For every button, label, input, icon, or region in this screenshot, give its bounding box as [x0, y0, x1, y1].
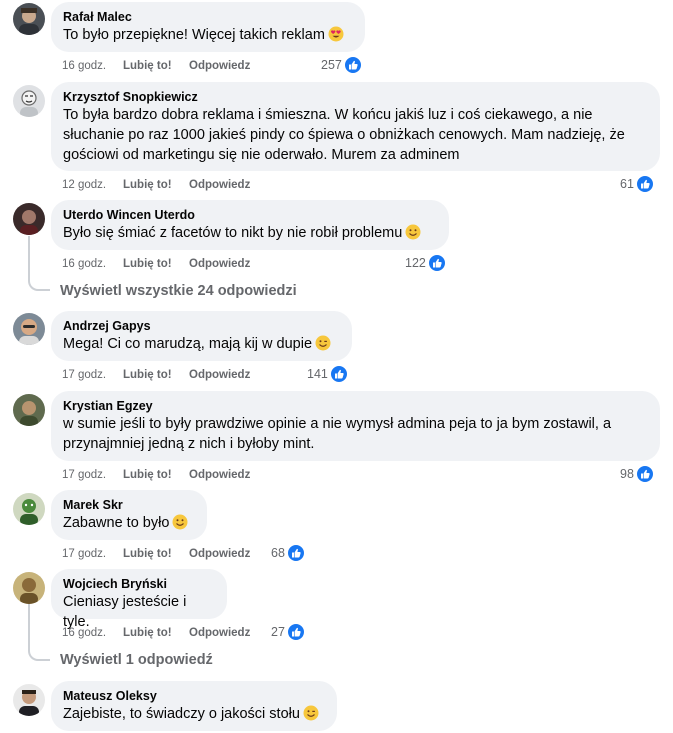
comment-author[interactable]: Uterdo Wincen Uterdo: [63, 207, 437, 223]
thumbs-up-icon: [286, 544, 305, 562]
comment-author[interactable]: Mateusz Oleksy: [63, 688, 325, 704]
reaction-count[interactable]: 122: [405, 254, 446, 272]
thread-line: [28, 236, 30, 280]
comment-time[interactable]: 12 godz.: [62, 178, 106, 192]
reaction-count[interactable]: 141: [307, 365, 348, 383]
comment-bubble: Wojciech Bryński Cieniasy jesteście i ty…: [51, 569, 227, 630]
comment-author[interactable]: Marek Skr: [63, 497, 195, 513]
comment-bubble: Rafał Malec To było przepiękne! Więcej t…: [51, 2, 365, 52]
smile-emoji-icon: [405, 224, 421, 246]
comment-bubble: Krystian Egzey w sumie jeśli to były pra…: [51, 391, 660, 461]
comment-time[interactable]: 17 godz.: [62, 547, 106, 561]
comment-time[interactable]: 16 godz.: [62, 626, 106, 640]
comment-author[interactable]: Andrzej Gapys: [63, 318, 340, 334]
reply-button[interactable]: Odpowiedz: [189, 368, 250, 382]
avatar[interactable]: [13, 572, 45, 604]
like-button[interactable]: Lubię to!: [123, 468, 172, 482]
thread-connector: [28, 279, 50, 291]
avatar[interactable]: [13, 85, 45, 117]
thumbs-up-icon: [329, 365, 348, 383]
like-button[interactable]: Lubię to!: [123, 368, 172, 382]
thumbs-up-icon: [343, 56, 362, 74]
reply-button[interactable]: Odpowiedz: [189, 257, 250, 271]
comment-text: To było przepiękne! Więcej takich reklam: [63, 25, 353, 48]
reply-button[interactable]: Odpowiedz: [189, 468, 250, 482]
comment-text-line: To była bardzo dobra reklama i śmieszna.…: [63, 107, 593, 123]
thread-line: [28, 604, 30, 650]
comment-text-line: gościowi od marketingu się nie oderwało.…: [63, 147, 460, 163]
reply-button[interactable]: Odpowiedz: [189, 547, 250, 561]
comment-text-line: słuchanie po raz 1000 jakieś pindy co śp…: [63, 127, 625, 143]
comment-bubble: Marek Skr Zabawne to było: [51, 490, 207, 540]
avatar[interactable]: [13, 313, 45, 345]
comment-text-line: przynajmniej jedną z nich i byłoby mint.: [63, 436, 315, 452]
heart-eyes-emoji-icon: [328, 26, 344, 48]
view-replies-link[interactable]: Wyświetl 1 odpowiedź: [60, 652, 213, 668]
reaction-count[interactable]: 27: [271, 623, 305, 641]
like-button[interactable]: Lubię to!: [123, 257, 172, 271]
comment-text: Było się śmiać z facetów to nikt by nie …: [63, 223, 437, 246]
smile-emoji-icon: [172, 514, 188, 536]
reaction-count[interactable]: 257: [321, 56, 362, 74]
comment-time[interactable]: 16 godz.: [62, 59, 106, 73]
like-button[interactable]: Lubię to!: [123, 547, 172, 561]
like-button[interactable]: Lubię to!: [123, 626, 172, 640]
avatar[interactable]: [13, 493, 45, 525]
thumbs-up-icon: [286, 623, 305, 641]
comment-time[interactable]: 16 godz.: [62, 257, 106, 271]
wink-emoji-icon: [303, 705, 319, 727]
like-button[interactable]: Lubię to!: [123, 178, 172, 192]
comment-time[interactable]: 17 godz.: [62, 368, 106, 382]
comment-bubble: Mateusz Oleksy Zajebiste, to świadczy o …: [51, 681, 337, 731]
comment-text: Zabawne to było: [63, 513, 195, 536]
avatar[interactable]: [13, 203, 45, 235]
avatar[interactable]: [13, 684, 45, 716]
comment-text: Mega! Ci co marudzą, mają kij w dupie: [63, 334, 340, 357]
view-replies-link[interactable]: Wyświetl wszystkie 24 odpowiedzi: [60, 283, 297, 299]
thread-connector: [28, 649, 50, 661]
comment-bubble: Krzysztof Snopkiewicz To była bardzo dob…: [51, 82, 660, 171]
reply-button[interactable]: Odpowiedz: [189, 178, 250, 192]
reaction-count[interactable]: 68: [271, 544, 305, 562]
comment-text: Zajebiste, to świadczy o jakości stołu: [63, 704, 325, 727]
reply-button[interactable]: Odpowiedz: [189, 59, 250, 73]
avatar[interactable]: [13, 394, 45, 426]
comment-author[interactable]: Rafał Malec: [63, 9, 353, 25]
comment-time[interactable]: 17 godz.: [62, 468, 106, 482]
comment-bubble: Uterdo Wincen Uterdo Było się śmiać z fa…: [51, 200, 449, 250]
thumbs-up-icon: [635, 465, 654, 483]
thumbs-up-icon: [427, 254, 446, 272]
comment-author[interactable]: Krzysztof Snopkiewicz: [63, 89, 648, 105]
comment-bubble: Andrzej Gapys Mega! Ci co marudzą, mają …: [51, 311, 352, 361]
reaction-count[interactable]: 61: [620, 175, 654, 193]
thumbs-up-icon: [635, 175, 654, 193]
wink-emoji-icon: [315, 335, 331, 357]
comment-text-line: w sumie jeśli to były prawdziwe opinie a…: [63, 416, 612, 432]
reply-button[interactable]: Odpowiedz: [189, 626, 250, 640]
avatar[interactable]: [13, 3, 45, 35]
reaction-count[interactable]: 98: [620, 465, 654, 483]
comment-author[interactable]: Krystian Egzey: [63, 398, 648, 414]
comment-author[interactable]: Wojciech Bryński: [63, 576, 215, 592]
like-button[interactable]: Lubię to!: [123, 59, 172, 73]
